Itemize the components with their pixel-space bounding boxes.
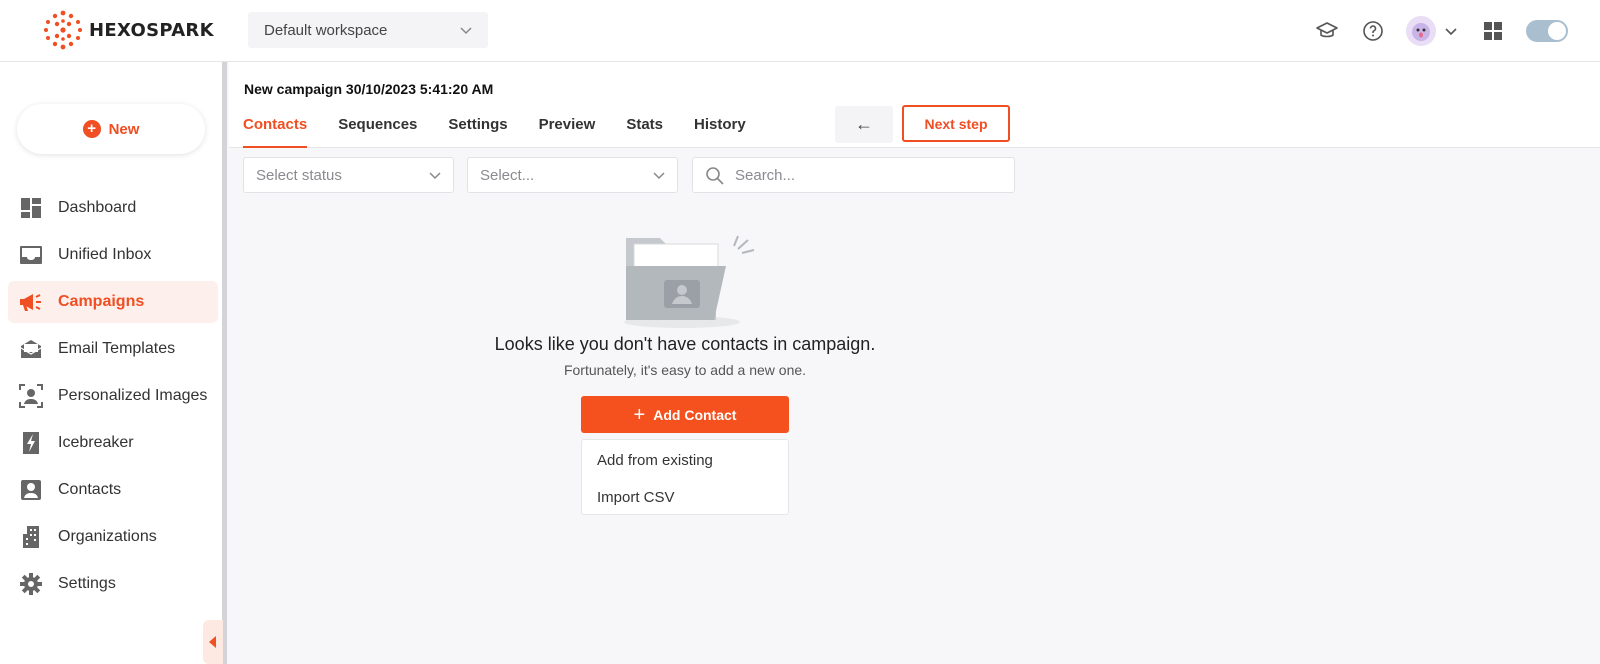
tab-preview[interactable]: Preview	[539, 114, 596, 148]
hexospark-logo-icon	[44, 10, 82, 50]
new-button[interactable]: + New	[17, 104, 205, 154]
tab-history[interactable]: History	[694, 114, 746, 148]
sidebar-item-email-templates[interactable]: Email Templates	[8, 328, 218, 370]
academy-button[interactable]	[1314, 18, 1340, 44]
add-contact-button[interactable]: + Add Contact	[581, 396, 789, 433]
add-contact-menu: Add from existing Import CSV	[581, 439, 789, 515]
sidebar-item-label: Contacts	[58, 481, 122, 498]
inbox-icon	[18, 242, 44, 268]
chevron-down-icon	[429, 172, 441, 180]
search-input[interactable]: Search...	[692, 157, 1015, 193]
help-button[interactable]	[1360, 18, 1386, 44]
search-icon	[706, 167, 724, 185]
status-filter-select[interactable]: Select status	[243, 157, 454, 193]
sidebar-item-organizations[interactable]: Organizations	[8, 516, 218, 558]
menu-item-add-from-existing[interactable]: Add from existing	[582, 444, 788, 481]
building-icon	[18, 524, 44, 550]
campaign-header: New campaign 30/10/2023 5:41:20 AM Conta…	[229, 62, 1600, 148]
dashboard-icon	[18, 195, 44, 221]
header-actions	[1294, 14, 1568, 48]
caret-left-icon	[209, 636, 216, 648]
sidebar-nav: Dashboard Unified Inbox Campaigns Email …	[8, 187, 218, 610]
theme-toggle[interactable]	[1526, 20, 1568, 42]
sidebar-item-label: Dashboard	[58, 199, 137, 216]
account-menu-toggle[interactable]	[1442, 18, 1460, 44]
sidebar-item-label: Personalized Images	[58, 387, 208, 404]
sidebar-item-campaigns[interactable]: Campaigns	[8, 281, 218, 323]
menu-item-import-csv[interactable]: Import CSV	[582, 481, 788, 518]
sidebar-item-dashboard[interactable]: Dashboard	[8, 187, 218, 229]
empty-state-title: Looks like you don't have contacts in ca…	[494, 334, 876, 354]
personalized-image-icon	[18, 383, 44, 409]
add-contact-label: Add Contact	[653, 406, 737, 423]
gear-icon	[18, 571, 44, 597]
sidebar-item-personalized-images[interactable]: Personalized Images	[8, 375, 218, 417]
campaign-title[interactable]: New campaign 30/10/2023 5:41:20 AM	[244, 81, 493, 97]
workspace-select[interactable]: Default workspace	[248, 12, 488, 48]
sidebar-scrollbar[interactable]	[222, 62, 227, 664]
sidebar-item-unified-inbox[interactable]: Unified Inbox	[8, 234, 218, 276]
sidebar: + New Dashboard Unified Inbox Campaigns …	[0, 62, 222, 664]
search-placeholder: Search...	[735, 166, 796, 184]
empty-state-subtitle: Fortunately, it's easy to add a new one.	[563, 362, 807, 378]
status-filter-placeholder: Select status	[256, 166, 342, 184]
contact-icon	[18, 477, 44, 503]
back-button[interactable]: ←	[835, 106, 893, 143]
campaign-tabs: Contacts Sequences Settings Preview Stat…	[243, 114, 777, 148]
sidebar-item-label: Campaigns	[58, 293, 145, 310]
top-bar: HEXOSPARK Default workspace	[0, 0, 1600, 62]
grid-icon	[1484, 22, 1502, 40]
sidebar-item-label: Organizations	[58, 528, 157, 545]
toggle-knob	[1548, 22, 1566, 40]
avatar-image-icon	[1412, 23, 1430, 41]
next-step-button[interactable]: Next step	[902, 105, 1010, 142]
help-icon	[1363, 21, 1383, 41]
graduation-cap-icon	[1316, 22, 1338, 38]
sidebar-item-label: Email Templates	[58, 340, 176, 357]
sidebar-item-label: Unified Inbox	[58, 246, 152, 263]
avatar[interactable]	[1406, 16, 1436, 46]
brand-name: HEXOSPARK	[89, 19, 214, 41]
chevron-down-icon	[1445, 28, 1457, 36]
plus-icon: +	[633, 403, 646, 426]
lightning-icon	[18, 430, 44, 456]
brand-logo[interactable]: HEXOSPARK	[43, 10, 214, 50]
new-button-label: New	[108, 120, 140, 138]
secondary-filter-select[interactable]: Select...	[467, 157, 678, 193]
empty-folder-illustration	[624, 235, 755, 328]
plus-circle-icon: +	[82, 120, 101, 138]
chevron-down-icon	[653, 172, 665, 180]
secondary-filter-placeholder: Select...	[480, 166, 535, 184]
email-template-icon	[18, 336, 44, 362]
tab-stats[interactable]: Stats	[626, 114, 663, 148]
tab-settings[interactable]: Settings	[448, 114, 507, 148]
megaphone-icon	[18, 289, 44, 315]
apps-button[interactable]	[1480, 18, 1506, 44]
sidebar-collapse-button[interactable]	[203, 620, 223, 664]
chevron-down-icon	[460, 27, 472, 35]
tab-contacts[interactable]: Contacts	[243, 114, 308, 148]
sidebar-item-label: Settings	[58, 575, 116, 592]
sidebar-item-contacts[interactable]: Contacts	[8, 469, 218, 511]
sidebar-item-settings[interactable]: Settings	[8, 563, 218, 605]
sidebar-item-label: Icebreaker	[58, 434, 134, 451]
workspace-selected: Default workspace	[264, 21, 388, 39]
sidebar-item-icebreaker[interactable]: Icebreaker	[8, 422, 218, 464]
tab-sequences[interactable]: Sequences	[338, 114, 417, 148]
